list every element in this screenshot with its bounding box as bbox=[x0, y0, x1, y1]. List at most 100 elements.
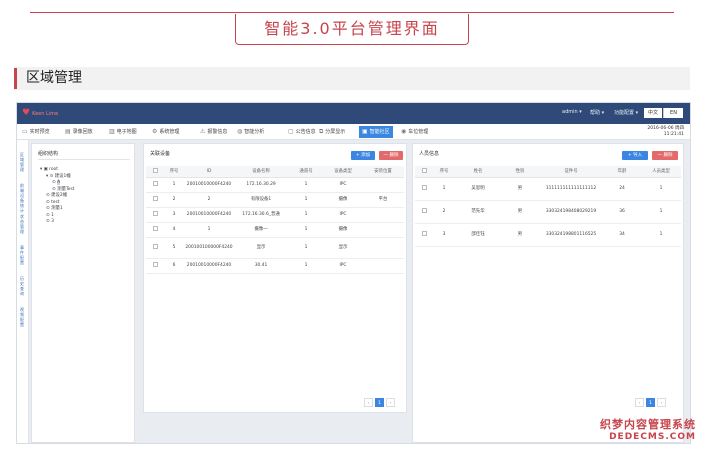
sidebar-item-1[interactable]: 区域管理 bbox=[20, 152, 26, 172]
select-all-checkbox[interactable] bbox=[421, 167, 427, 173]
tab-7[interactable]: ▢ 公告信息 bbox=[288, 126, 316, 138]
monitor-icon: ▭ bbox=[22, 128, 28, 135]
next-page-button[interactable]: › bbox=[386, 398, 395, 407]
sidebar-item-2[interactable]: 前端设备统计 bbox=[20, 183, 26, 213]
tab-3[interactable]: ▥ 电子地图 bbox=[109, 126, 137, 138]
help-menu[interactable]: 帮助 ▾ bbox=[590, 109, 604, 116]
row-checkbox[interactable] bbox=[152, 210, 158, 216]
tab-label: 智能分析 bbox=[244, 129, 265, 135]
tab-1[interactable]: ▭ 实时预览 bbox=[22, 126, 50, 138]
table-cell: 男 bbox=[501, 223, 539, 247]
lang-en-button[interactable]: EN bbox=[663, 108, 683, 118]
remove-device-button[interactable]: 一 删除 bbox=[379, 151, 403, 160]
tab-label: 报警信息 bbox=[207, 129, 228, 135]
table-cell: 4 bbox=[164, 222, 184, 238]
persons-table: 序号 姓名 性别 证件号 年龄 人员类型 1 吴思明男 111111111111111112 24… bbox=[415, 166, 681, 247]
select-all-checkbox[interactable] bbox=[152, 167, 158, 173]
prev-page-button[interactable]: ‹ bbox=[364, 398, 373, 407]
remove-person-button[interactable]: 一 删除 bbox=[652, 151, 678, 160]
sidebar-item-6[interactable]: 视频配置 bbox=[20, 307, 26, 327]
watermark: 织梦内容管理系统 DEDECMS.COM bbox=[600, 416, 696, 442]
tree-title: 组织结构 bbox=[38, 151, 59, 157]
table-row[interactable]: 4 1 摄像一 1 摄像 bbox=[146, 222, 404, 238]
table-cell: 172.16.30.29 bbox=[234, 177, 288, 193]
left-sidebar: 区域管理前端设备统计 状态管理事件配置历史查询视频配置 bbox=[17, 140, 29, 443]
lang-cn-button[interactable]: 中文 bbox=[644, 108, 662, 118]
table-cell bbox=[362, 177, 404, 193]
parking-icon: ◉ bbox=[401, 128, 407, 135]
tab-2[interactable]: ▤ 录像回放 bbox=[65, 126, 93, 138]
tree-node-label: 建设2幢 bbox=[51, 193, 68, 198]
tab-4[interactable]: ⚙ 系统管理 bbox=[152, 126, 179, 138]
table-cell: 330324198801116525 bbox=[539, 223, 603, 247]
heart-logo-icon: ♥ bbox=[22, 108, 31, 118]
table-row[interactable]: 1 吴思明男 111111111111111112 24 1 bbox=[415, 177, 681, 201]
table-row[interactable]: 3 邵佳钰男 330324198801116525 34 1 bbox=[415, 223, 681, 247]
prev-page-button[interactable]: ‹ bbox=[635, 398, 644, 407]
section-marker bbox=[14, 68, 17, 89]
row-checkbox[interactable] bbox=[152, 195, 158, 201]
tab-9[interactable]: ▣ 智能社区 bbox=[359, 126, 393, 138]
table-cell: IPC bbox=[324, 258, 362, 274]
page-1-button[interactable]: 1 bbox=[646, 398, 655, 407]
table-cell bbox=[146, 207, 164, 223]
tab-label: 智能社区 bbox=[369, 129, 390, 135]
row-checkbox[interactable] bbox=[421, 184, 427, 190]
next-page-button[interactable]: › bbox=[657, 398, 666, 407]
tree-node-label: 1 bbox=[51, 212, 54, 218]
table-cell: 2 bbox=[164, 192, 184, 208]
table-row[interactable]: 1 20010010000F4240 172.16.30.29 1 IPC bbox=[146, 177, 404, 193]
settings-menu[interactable]: 功能配置 ▾ bbox=[614, 109, 638, 116]
import-person-button[interactable]: + 导入 bbox=[622, 151, 648, 160]
section-title: 区域管理 bbox=[26, 70, 82, 86]
table-cell: 1 bbox=[288, 237, 324, 259]
table-cell bbox=[362, 258, 404, 274]
table-cell: 1 bbox=[288, 222, 324, 238]
tab-label: 电子地图 bbox=[116, 129, 137, 135]
table-row[interactable]: 3 20010010000F4240 172.16.30.6_普通 1 IPC bbox=[146, 207, 404, 223]
table-cell: 有限设备1 bbox=[234, 192, 288, 208]
sidebar-item-5[interactable]: 历史查询 bbox=[20, 276, 26, 296]
row-checkbox[interactable] bbox=[421, 230, 427, 236]
map-icon: ▥ bbox=[109, 128, 115, 135]
column-header: 安装位置 bbox=[362, 166, 404, 178]
table-row[interactable]: 5 200100100000F4240 显示 1 显示 bbox=[146, 237, 404, 259]
table-row[interactable]: 6 20010010000F4240 30.41 1 IPC bbox=[146, 258, 404, 274]
table-row[interactable]: 2 2 有限设备1 1 摄像 平台 bbox=[146, 192, 404, 208]
tab-label: 实时预览 bbox=[29, 129, 50, 135]
tree-node[interactable]: ⊙ 3 bbox=[40, 219, 75, 226]
user-menu[interactable]: admin ▾ bbox=[562, 109, 582, 115]
add-device-button[interactable]: + 添加 bbox=[351, 151, 375, 160]
table-cell: 172.16.30.6_普通 bbox=[234, 207, 288, 223]
column-header: 人员类型 bbox=[641, 166, 681, 178]
row-checkbox[interactable] bbox=[421, 207, 427, 213]
row-checkbox[interactable] bbox=[152, 180, 158, 186]
sidebar-item-3[interactable]: 状态管理 bbox=[20, 214, 26, 234]
tree-node-label: test bbox=[51, 199, 60, 205]
column-header bbox=[415, 166, 433, 178]
tree-node-label: 测量1 bbox=[51, 206, 63, 211]
table-row[interactable]: 2 范先华男 330324198408029219 36 1 bbox=[415, 200, 681, 224]
tab-5[interactable]: ⚠ 报警信息 bbox=[200, 126, 227, 138]
section-header: 区域管理 bbox=[14, 67, 690, 90]
row-checkbox[interactable] bbox=[152, 261, 158, 267]
row-checkbox[interactable] bbox=[152, 225, 158, 231]
table-header-row: 序号 姓名 性别 证件号 年龄 人员类型 bbox=[415, 166, 681, 178]
date-time: 11:21:41 bbox=[663, 132, 684, 137]
tab-8[interactable]: ⧉ 分屏显示 bbox=[319, 126, 345, 138]
chart-icon: ◍ bbox=[237, 128, 243, 135]
table-cell bbox=[146, 258, 164, 274]
table-cell bbox=[146, 222, 164, 238]
tab-10[interactable]: ◉ 车位管理 bbox=[401, 126, 428, 138]
page-1-button[interactable]: 1 bbox=[375, 398, 384, 407]
help-label: 帮助 bbox=[590, 110, 601, 116]
settings-label: 功能配置 bbox=[614, 110, 635, 116]
tab-6[interactable]: ◍ 智能分析 bbox=[237, 126, 264, 138]
column-header: ID bbox=[184, 166, 234, 178]
table-cell: 1 bbox=[184, 222, 234, 238]
table-cell: 24 bbox=[603, 177, 641, 201]
sidebar-item-4[interactable]: 事件配置 bbox=[20, 245, 26, 265]
column-header: 序号 bbox=[164, 166, 184, 178]
table-cell: 摄像一 bbox=[234, 222, 288, 238]
row-checkbox[interactable] bbox=[152, 243, 158, 249]
